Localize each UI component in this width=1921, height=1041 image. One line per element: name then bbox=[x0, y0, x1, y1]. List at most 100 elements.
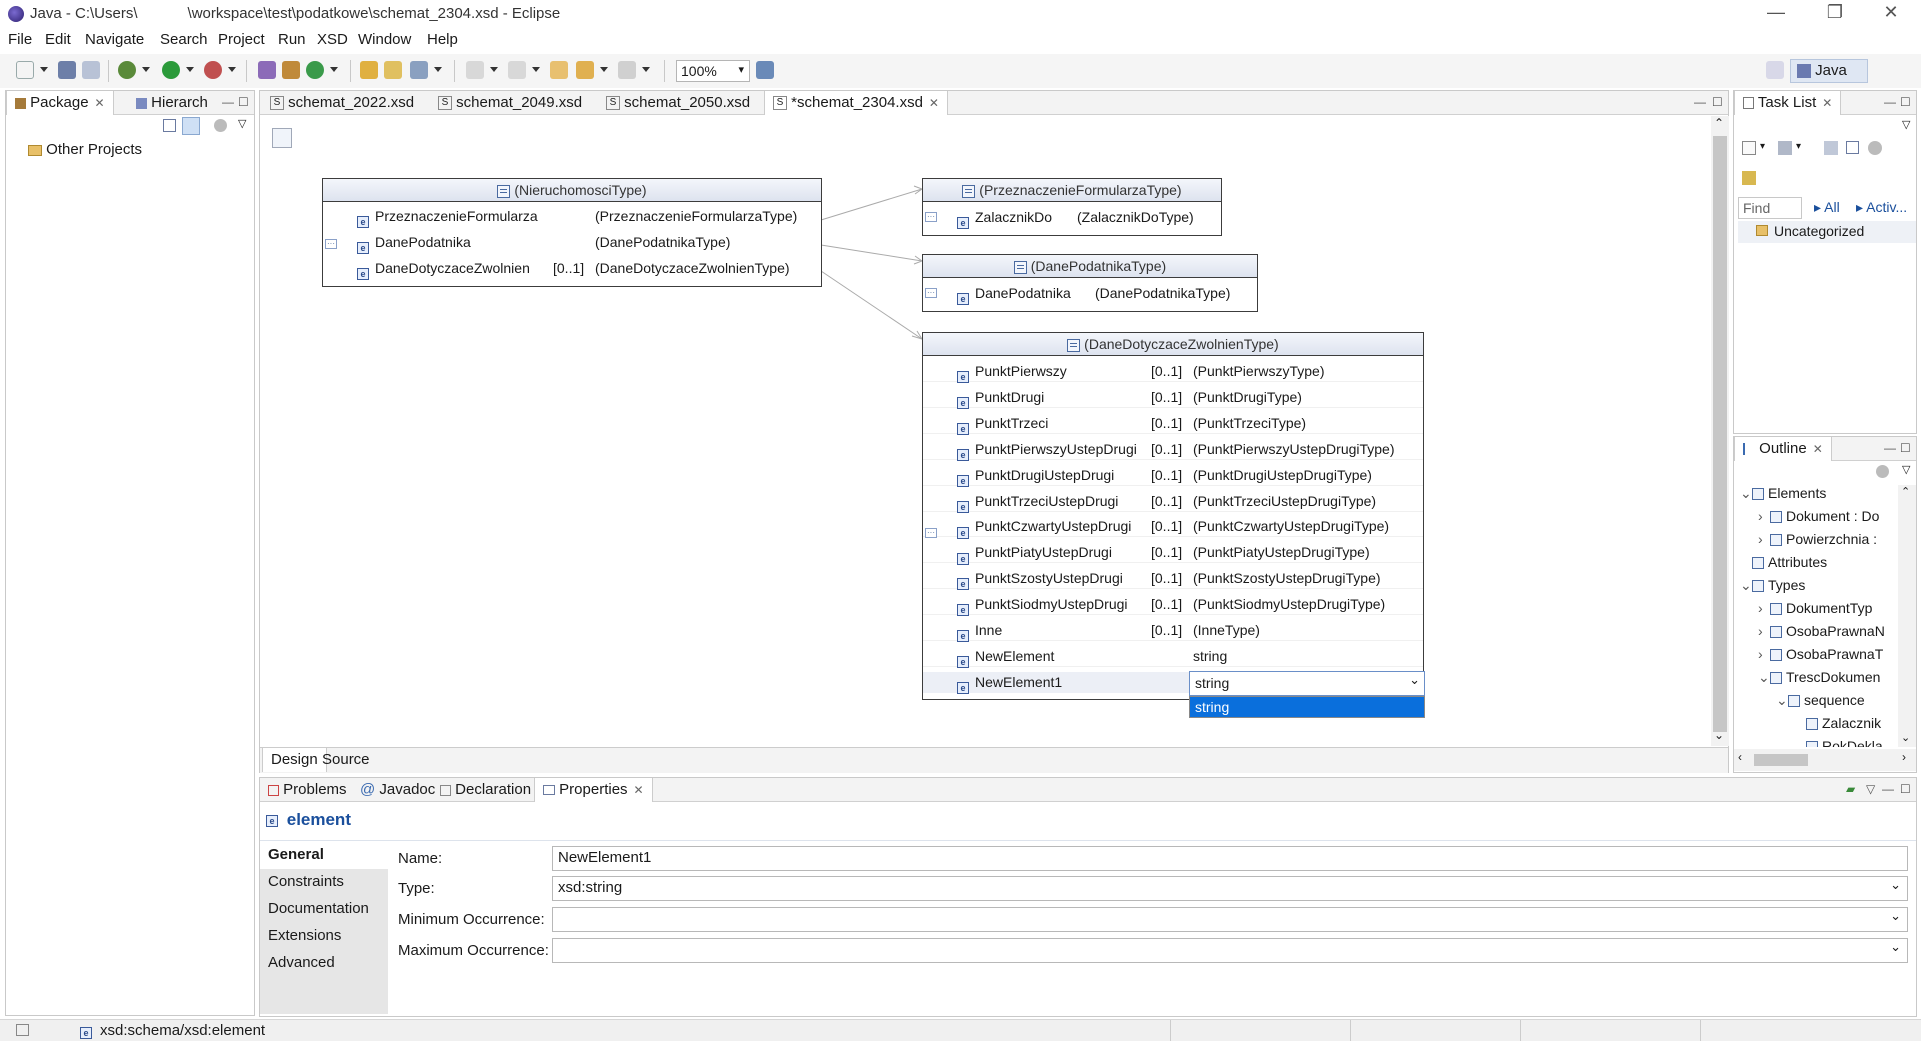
expander-icon[interactable]: › bbox=[1758, 623, 1770, 639]
name-field[interactable]: NewElement1 bbox=[552, 846, 1908, 871]
expander-icon[interactable]: › bbox=[1758, 508, 1770, 524]
design-canvas[interactable]: (NieruchomosciType) e PrzeznaczenieFormu… bbox=[260, 116, 1710, 746]
dropdown-option[interactable]: string bbox=[1190, 697, 1424, 717]
open-type-icon[interactable] bbox=[360, 61, 378, 79]
chevron-down-icon[interactable]: ⌄ bbox=[1890, 908, 1901, 924]
search-icon[interactable] bbox=[410, 61, 428, 79]
back-icon[interactable] bbox=[576, 61, 594, 79]
collapse-all-icon[interactable] bbox=[163, 119, 176, 132]
save-icon[interactable] bbox=[58, 61, 76, 79]
tab-hierarchy[interactable]: Hierarch bbox=[128, 91, 216, 115]
chevron-down-icon[interactable]: ⌄ bbox=[1409, 672, 1420, 688]
max-occurrence-select[interactable]: ⌄ bbox=[552, 938, 1908, 963]
element-row[interactable]: e ZalacznikDo (ZalacznikDoType) bbox=[923, 207, 1221, 230]
chevron-down-icon[interactable]: ⌄ bbox=[1890, 877, 1901, 893]
tab-javadoc[interactable]: @ Javadoc bbox=[352, 778, 443, 802]
outline-item[interactable]: RokDekla bbox=[1794, 738, 1883, 747]
maximize-icon[interactable]: ☐ bbox=[1900, 782, 1911, 796]
sequence-icon[interactable]: ··· bbox=[925, 212, 937, 222]
outline-hscroll[interactable]: ‹ › bbox=[1734, 749, 1916, 771]
outline-item[interactable]: ⌄ TrescDokumen bbox=[1758, 669, 1880, 686]
outline-item[interactable]: ⌄ sequence bbox=[1776, 692, 1865, 709]
activate-link[interactable]: ▸ Activ... bbox=[1856, 199, 1907, 216]
menu-edit[interactable]: Edit bbox=[45, 31, 71, 48]
complex-type-zwolnienia[interactable]: (DaneDotyczaceZwolnienType) e PunktPierws… bbox=[922, 332, 1424, 700]
tab-outline[interactable]: Outline ✕ bbox=[1734, 437, 1832, 461]
scroll-down-icon[interactable]: ⌄ bbox=[1714, 728, 1724, 742]
new-java-project-icon[interactable] bbox=[258, 61, 276, 79]
element-row[interactable]: e PunktCzwartyUstepDrugi [0..1] (PunktCzwar… bbox=[923, 516, 1423, 539]
vertical-scrollbar[interactable]: ⌃ ⌄ bbox=[1711, 116, 1729, 746]
tab-source[interactable]: Source bbox=[314, 748, 378, 772]
tree-item-other-projects[interactable]: Other Projects bbox=[28, 141, 142, 158]
outline-vscroll[interactable]: ⌃ ⌄ bbox=[1898, 485, 1916, 747]
new-class-icon[interactable] bbox=[306, 61, 324, 79]
element-row[interactable]: e PunktPierwszy [0..1] (PunktPierwszyType) bbox=[923, 361, 1423, 384]
minimize-icon[interactable]: — bbox=[1884, 441, 1896, 455]
scroll-left-icon[interactable]: ‹ bbox=[1738, 750, 1742, 764]
maximize-icon[interactable]: ☐ bbox=[1900, 95, 1911, 109]
expander-icon[interactable]: ⌄ bbox=[1740, 485, 1752, 502]
complex-type-nieruchomosci[interactable]: (NieruchomosciType) e PrzeznaczenieFormu… bbox=[322, 178, 822, 287]
next-annotation-icon[interactable] bbox=[466, 61, 484, 79]
expander-icon[interactable]: ⌄ bbox=[1758, 669, 1770, 686]
coverage-icon[interactable] bbox=[204, 61, 222, 79]
outline-item[interactable]: Zalacznik bbox=[1794, 715, 1881, 731]
section-extensions[interactable]: Extensions bbox=[260, 923, 388, 950]
type-header[interactable]: (DanePodatnikaType) bbox=[922, 254, 1258, 278]
tab-task-list[interactable]: Task List ✕ bbox=[1734, 91, 1842, 115]
scroll-up-icon[interactable]: ⌃ bbox=[1714, 116, 1724, 130]
menu-run[interactable]: Run bbox=[278, 31, 306, 48]
element-row[interactable]: e PunktSzostyUstepDrugi [0..1] (PunktSzosty… bbox=[923, 568, 1423, 591]
tab-schemat-2050[interactable]: S schemat_2050.xsd bbox=[598, 91, 758, 115]
expander-icon[interactable]: ⌄ bbox=[1740, 577, 1752, 594]
element-row[interactable]: e NewElement string bbox=[923, 646, 1423, 669]
element-row[interactable]: e Inne [0..1] (InneType) bbox=[923, 620, 1423, 643]
new-package-icon[interactable] bbox=[282, 61, 300, 79]
element-row[interactable]: e PunktDrugi [0..1] (PunktDrugiType) bbox=[923, 387, 1423, 410]
expander-icon[interactable]: ⌄ bbox=[1776, 692, 1788, 709]
outline-item[interactable]: ⌄ Types bbox=[1740, 577, 1805, 594]
type-combo-editor[interactable]: string ⌄ bbox=[1189, 671, 1425, 696]
outline-item[interactable]: › OsobaPrawnaN bbox=[1758, 623, 1885, 639]
section-general[interactable]: General bbox=[260, 842, 388, 869]
type-select[interactable]: xsd:string ⌄ bbox=[552, 876, 1908, 901]
run-icon[interactable] bbox=[162, 61, 180, 79]
type-header[interactable]: (NieruchomosciType) bbox=[322, 178, 822, 202]
menu-navigate[interactable]: Navigate bbox=[85, 31, 144, 48]
sequence-icon[interactable]: ··· bbox=[925, 288, 937, 298]
new-icon[interactable] bbox=[16, 61, 34, 79]
zoom-combo[interactable]: 100% ▾ bbox=[676, 60, 750, 82]
save-all-icon[interactable] bbox=[82, 61, 100, 79]
expander-icon[interactable]: › bbox=[1758, 646, 1770, 662]
scroll-up-icon[interactable]: ⌃ bbox=[1901, 485, 1910, 498]
element-row[interactable]: e PunktSiodmyUstepDrugi [0..1] (PunktSiodmy… bbox=[923, 594, 1423, 617]
minimize-button[interactable]: — bbox=[1753, 2, 1799, 23]
fast-view-icon[interactable] bbox=[16, 1024, 29, 1036]
view-menu-icon[interactable]: ▽ bbox=[1902, 463, 1910, 476]
element-row[interactable]: e PrzeznaczenieFormularza (Przeznaczenie… bbox=[323, 206, 821, 229]
link-editor-icon[interactable] bbox=[182, 117, 200, 135]
outline-item[interactable]: › OsobaPrawnaT bbox=[1758, 646, 1883, 662]
sequence-icon[interactable]: ··· bbox=[925, 528, 937, 538]
outline-item[interactable]: › Dokument : Do bbox=[1758, 508, 1879, 524]
tab-properties[interactable]: Properties ✕ bbox=[534, 778, 653, 802]
element-row[interactable]: e PunktDrugiUstepDrugi [0..1] (PunktDrugiUs… bbox=[923, 465, 1423, 487]
minimize-icon[interactable]: — bbox=[1882, 782, 1894, 796]
collapse-all-icon[interactable] bbox=[1846, 141, 1859, 154]
all-filter-link[interactable]: ▸ All bbox=[1814, 199, 1840, 216]
scroll-thumb[interactable] bbox=[1713, 136, 1727, 732]
new-task-icon[interactable] bbox=[1742, 141, 1756, 155]
close-window-button[interactable]: ✕ bbox=[1868, 2, 1914, 23]
close-icon[interactable]: ✕ bbox=[1822, 96, 1832, 110]
outline-item[interactable]: › DokumentTyp bbox=[1758, 600, 1872, 616]
chevron-down-icon[interactable]: ▾ bbox=[1796, 141, 1801, 152]
maximize-icon[interactable]: ☐ bbox=[1712, 95, 1723, 109]
minimize-icon[interactable]: — bbox=[1694, 95, 1706, 109]
outline-item[interactable]: ⌄ Elements bbox=[1740, 485, 1826, 502]
element-row[interactable]: e DaneDotyczaceZwolnien [0..1] (DaneDoty… bbox=[323, 258, 821, 281]
section-documentation[interactable]: Documentation bbox=[260, 896, 388, 923]
menu-file[interactable]: File bbox=[8, 31, 32, 48]
complex-type-przeznaczenie[interactable]: (PrzeznaczenieFormularzaType) e Zalaczni… bbox=[922, 178, 1222, 236]
focus-icon[interactable] bbox=[1824, 141, 1838, 155]
